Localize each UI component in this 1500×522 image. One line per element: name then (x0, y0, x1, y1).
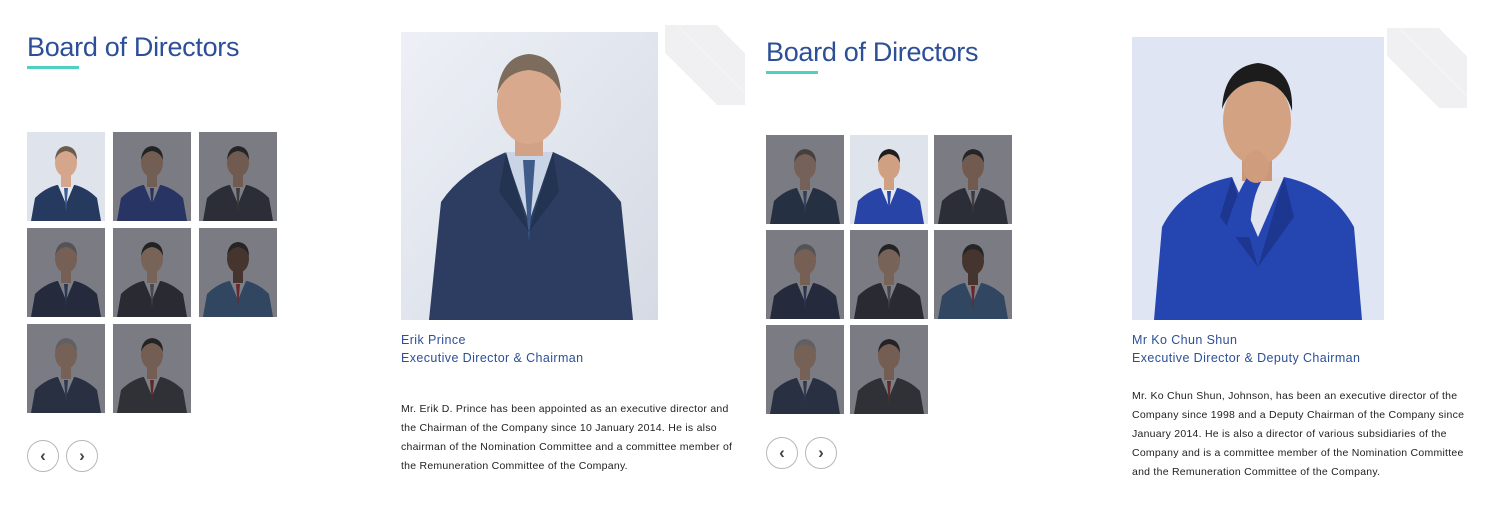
title-underline (27, 66, 79, 69)
director-thumbnail[interactable] (113, 132, 191, 221)
chevron-right-icon: › (818, 443, 824, 462)
title-underline (766, 71, 818, 74)
director-thumbnail[interactable] (850, 230, 928, 319)
director-thumbnail[interactable] (766, 135, 844, 224)
director-bio: Mr. Ko Chun Shun, Johnson, has been an e… (1132, 390, 1465, 478)
director-thumbnail[interactable] (27, 228, 105, 317)
chevron-left-icon: ‹ (40, 446, 46, 465)
director-portrait (401, 32, 658, 320)
chevron-right-icon: › (79, 446, 85, 465)
director-thumbnail[interactable] (850, 325, 928, 414)
director-thumbnail-grid (27, 132, 277, 413)
director-thumbnail[interactable] (934, 230, 1012, 319)
director-thumbnail[interactable] (113, 324, 191, 413)
board-panel-ko-chun-shun: Board of Directors ‹ › Mr Ko Chun Shun E… (745, 0, 1500, 522)
page-title: Board of Directors (766, 37, 979, 67)
director-thumbnail[interactable] (199, 228, 277, 317)
director-name: Mr Ko Chun Shun (1132, 333, 1238, 347)
director-thumbnail-grid (766, 135, 1012, 414)
director-thumbnail[interactable] (850, 135, 928, 224)
carousel-nav: ‹ › (27, 440, 98, 472)
next-button[interactable]: › (66, 440, 98, 472)
director-title: Executive Director & Deputy Chairman (1132, 351, 1361, 365)
board-panel-erik-prince: Board of Directors ‹ › Erik Prince Execu… (0, 0, 745, 522)
director-title: Executive Director & Chairman (401, 351, 584, 365)
prev-button[interactable]: ‹ (27, 440, 59, 472)
director-thumbnail[interactable] (766, 230, 844, 319)
director-thumbnail[interactable] (113, 228, 191, 317)
director-thumbnail[interactable] (199, 132, 277, 221)
director-portrait (1132, 37, 1384, 320)
director-name: Erik Prince (401, 333, 466, 347)
chevron-left-icon: ‹ (779, 443, 785, 462)
director-thumbnail[interactable] (934, 135, 1012, 224)
decorative-stripes (1387, 28, 1467, 108)
carousel-nav: ‹ › (766, 437, 837, 469)
next-button[interactable]: › (805, 437, 837, 469)
director-bio: Mr. Erik D. Prince has been appointed as… (401, 403, 733, 472)
director-thumbnail[interactable] (27, 132, 105, 221)
decorative-stripes (665, 25, 745, 105)
director-thumbnail[interactable] (27, 324, 105, 413)
prev-button[interactable]: ‹ (766, 437, 798, 469)
director-thumbnail[interactable] (766, 325, 844, 414)
page-title: Board of Directors (27, 32, 240, 62)
